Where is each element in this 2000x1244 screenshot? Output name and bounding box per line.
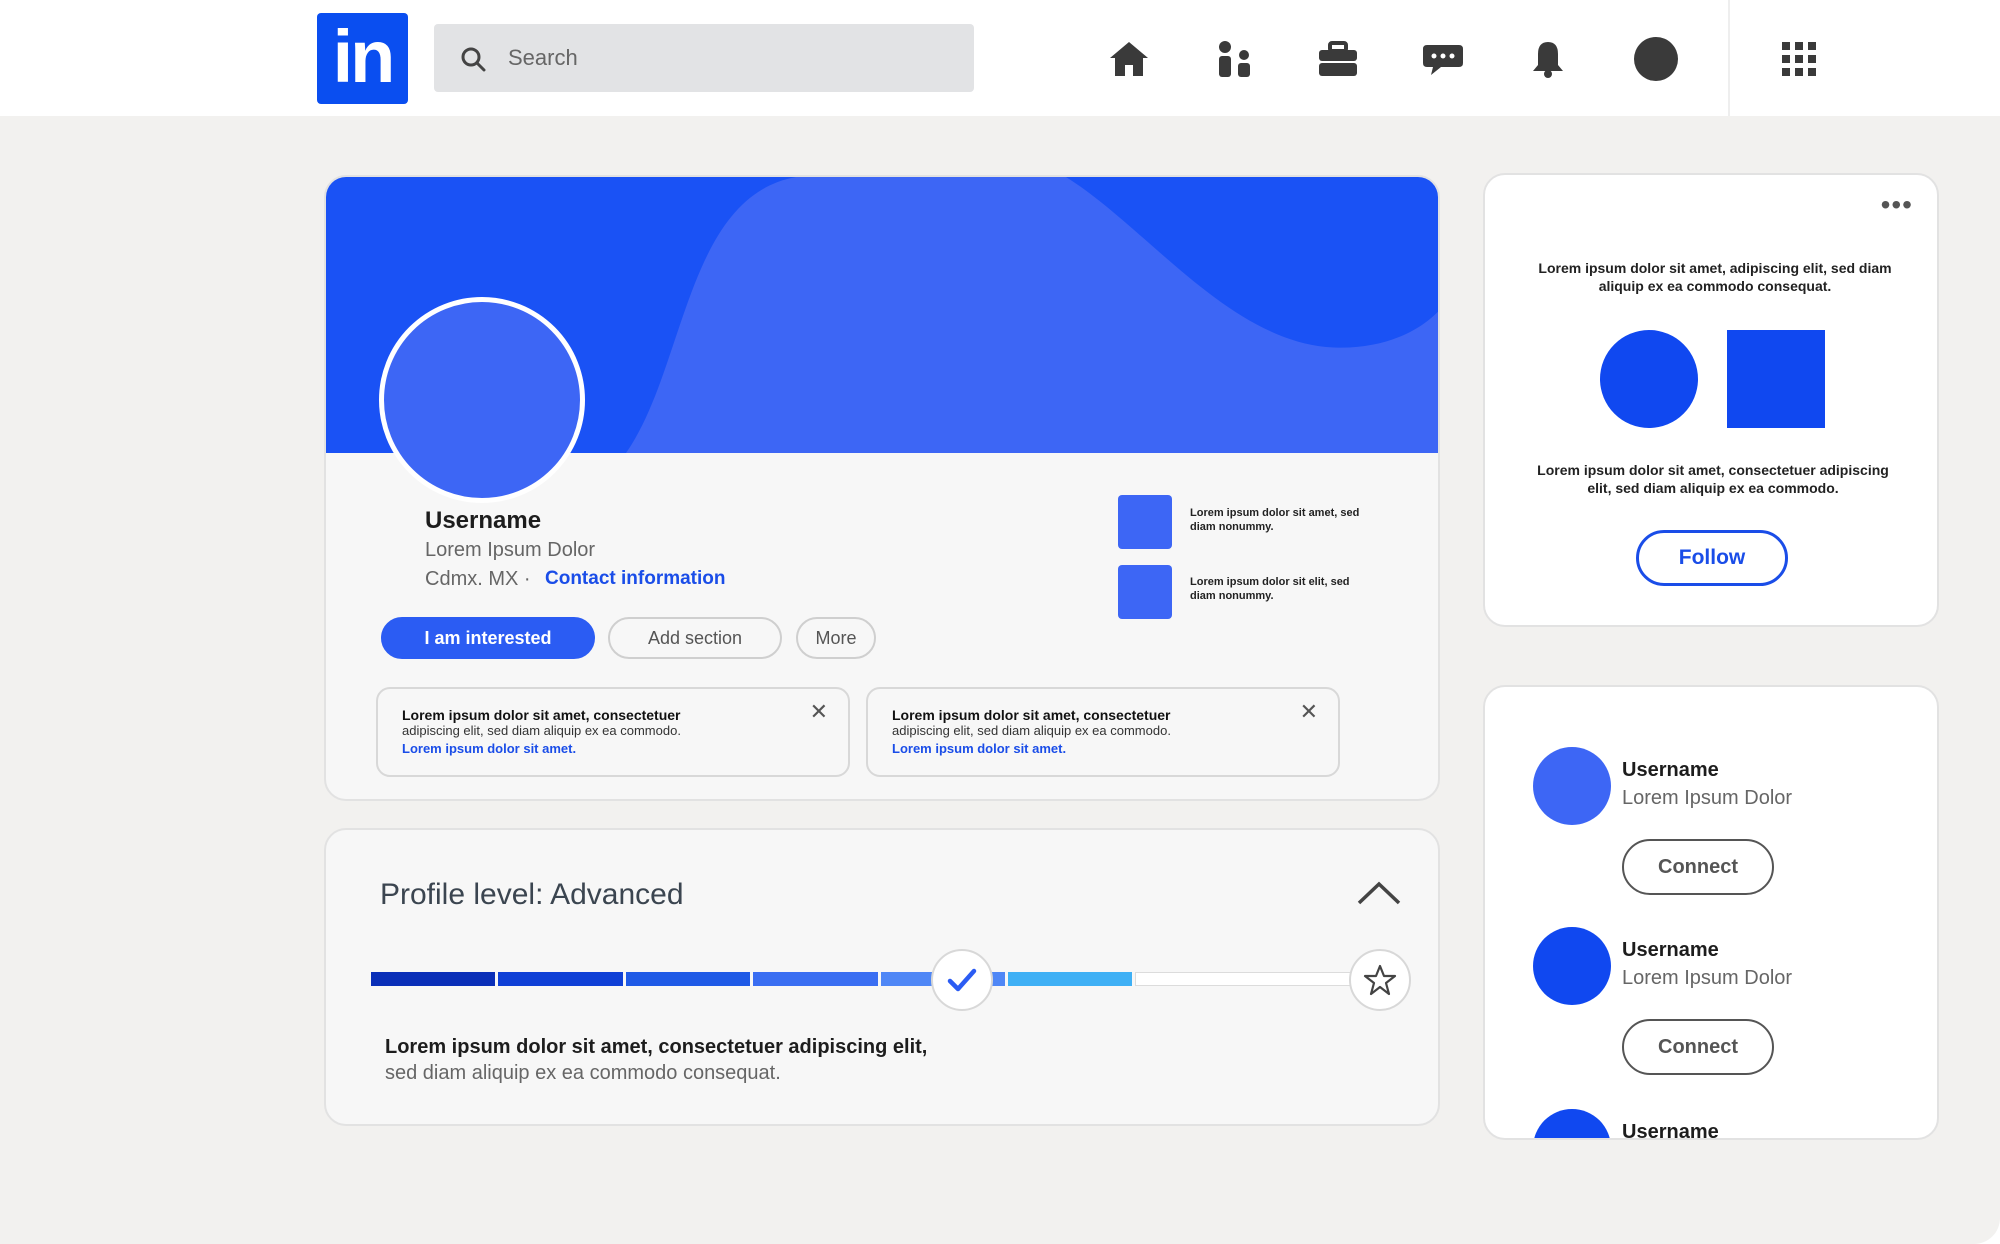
person-item: Username	[1485, 1109, 1937, 1138]
side-item-text[interactable]: Lorem ipsum dolor sit elit, sed diam non…	[1190, 575, 1370, 603]
progress-track	[371, 972, 1351, 986]
progress-segment	[625, 972, 751, 986]
person-name[interactable]: Username	[1622, 1121, 1719, 1138]
person-item: Username Lorem Ipsum Dolor Connect	[1485, 747, 1937, 927]
person-avatar[interactable]	[1533, 927, 1611, 1005]
more-button[interactable]: More	[796, 617, 876, 659]
follow-card-text: Lorem ipsum dolor sit amet, adipiscing e…	[1538, 260, 1892, 294]
person-name[interactable]: Username	[1622, 939, 1719, 962]
notice-card: Lorem ipsum dolor sit amet, consectetuer…	[866, 687, 1340, 777]
profile-level-title: Profile level: Advanced	[380, 878, 684, 911]
notifications-icon[interactable]	[1525, 36, 1571, 82]
jobs-icon[interactable]	[1315, 36, 1361, 82]
side-item-thumb[interactable]	[1118, 495, 1172, 549]
notice-title: Lorem ipsum dolor sit amet, consectetuer	[892, 707, 1171, 723]
home-icon[interactable]	[1106, 36, 1152, 82]
person-headline: Lorem Ipsum Dolor	[1622, 787, 1793, 809]
progress-segment	[498, 972, 623, 986]
follow-card-text-secondary: Lorem ipsum dolor sit amet, consectetuer…	[1537, 462, 1889, 496]
messaging-icon[interactable]	[1420, 36, 1466, 82]
interested-button[interactable]: I am interested	[381, 617, 595, 659]
progress-marker[interactable]	[931, 949, 993, 1011]
goal-marker[interactable]	[1349, 949, 1411, 1011]
progress-segment	[753, 972, 878, 986]
nav-divider	[1728, 0, 1730, 116]
person-name[interactable]: Username	[1622, 759, 1719, 782]
person-item: Username Lorem Ipsum Dolor Connect	[1485, 927, 1937, 1107]
person-avatar[interactable]	[1533, 747, 1611, 825]
close-icon[interactable]: ✕	[1300, 699, 1318, 725]
connect-button[interactable]: Connect	[1622, 1019, 1774, 1075]
follow-button[interactable]: Follow	[1636, 530, 1788, 586]
person-headline: Lorem Ipsum Dolor	[1622, 967, 1793, 989]
top-navbar: in	[0, 0, 2000, 116]
search-box[interactable]	[434, 24, 974, 92]
linkedin-logo[interactable]: in	[317, 13, 408, 104]
profile-level-card: Profile level: Advanced Lorem ipsum dolo…	[324, 828, 1440, 1126]
circle-shape	[1600, 330, 1698, 428]
side-item-thumb[interactable]	[1118, 565, 1172, 619]
level-description: Lorem ipsum dolor sit amet, consectetuer…	[385, 1036, 928, 1058]
notice-body: adipiscing elit, sed diam aliquip ex ea …	[402, 723, 681, 738]
profile-card: Username Lorem Ipsum Dolor Cdmx. MX · Co…	[324, 175, 1440, 801]
add-section-button[interactable]: Add section	[608, 617, 782, 659]
star-icon	[1363, 964, 1397, 996]
notice-link[interactable]: Lorem ipsum dolor sit amet.	[892, 741, 1292, 757]
network-icon[interactable]	[1212, 36, 1258, 82]
notice-link[interactable]: Lorem ipsum dolor sit amet.	[402, 741, 802, 757]
apps-grid-icon[interactable]	[1776, 36, 1822, 82]
connect-button[interactable]: Connect	[1622, 839, 1774, 895]
follow-card: ••• Lorem ipsum dolor sit amet, adipisci…	[1483, 173, 1939, 627]
side-item-text[interactable]: Lorem ipsum dolor sit amet, sed diam non…	[1190, 506, 1370, 534]
progress-segment	[371, 972, 496, 986]
search-icon	[461, 47, 486, 72]
contact-info-link[interactable]: Contact information	[545, 568, 726, 590]
square-shape	[1727, 330, 1825, 428]
close-icon[interactable]: ✕	[810, 699, 828, 725]
notice-card: Lorem ipsum dolor sit amet, consectetuer…	[376, 687, 850, 777]
profile-name: Username	[425, 507, 542, 534]
profile-photo[interactable]	[379, 297, 585, 503]
notice-title: Lorem ipsum dolor sit amet, consectetuer	[402, 707, 681, 723]
search-input[interactable]	[508, 24, 948, 92]
person-avatar[interactable]	[1533, 1109, 1611, 1138]
people-suggestions-card: Username Lorem Ipsum Dolor Connect Usern…	[1483, 685, 1939, 1140]
notice-body: adipiscing elit, sed diam aliquip ex ea …	[892, 723, 1171, 738]
profile-location: Cdmx. MX ·	[425, 568, 531, 590]
me-avatar[interactable]	[1633, 36, 1679, 82]
page-background: in Search Username Lorem Ipsum Dolor Cdm…	[0, 0, 2000, 1244]
more-options-icon[interactable]: •••	[1881, 189, 1913, 221]
chevron-up-icon[interactable]	[1356, 880, 1402, 906]
level-description-secondary: sed diam aliquip ex ea commodo consequat…	[385, 1062, 781, 1084]
progress-remaining	[1135, 972, 1351, 986]
progress-segment	[1008, 972, 1133, 986]
check-icon	[947, 968, 977, 992]
profile-headline: Lorem Ipsum Dolor	[425, 539, 596, 561]
